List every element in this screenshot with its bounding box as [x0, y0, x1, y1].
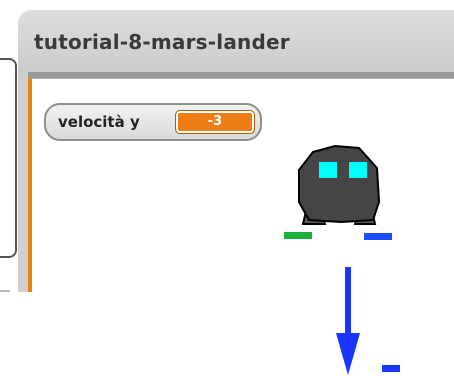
side-panel-edge: [0, 58, 17, 258]
lander-sprite[interactable]: [283, 140, 395, 244]
watcher-label: velocità y: [58, 113, 140, 131]
watcher-value: -3: [175, 110, 255, 134]
lander-window-left: [319, 162, 337, 178]
stage-title-bar[interactable]: tutorial-8-mars-lander: [18, 10, 454, 72]
side-panel-divider: [0, 290, 10, 292]
scratch-stage-view: tutorial-8-mars-lander velocità y -3: [0, 0, 454, 376]
project-title: tutorial-8-mars-lander: [34, 30, 290, 54]
variable-watcher[interactable]: velocità y -3: [44, 103, 262, 141]
lander-body: [298, 144, 381, 224]
arrow-down-icon: [336, 267, 360, 375]
lander-window-right: [349, 162, 367, 178]
ground-marker: [382, 365, 400, 372]
stage-top-edge: [28, 78, 454, 92]
lander-left-foot: [284, 232, 312, 239]
lander-right-foot: [364, 233, 392, 240]
